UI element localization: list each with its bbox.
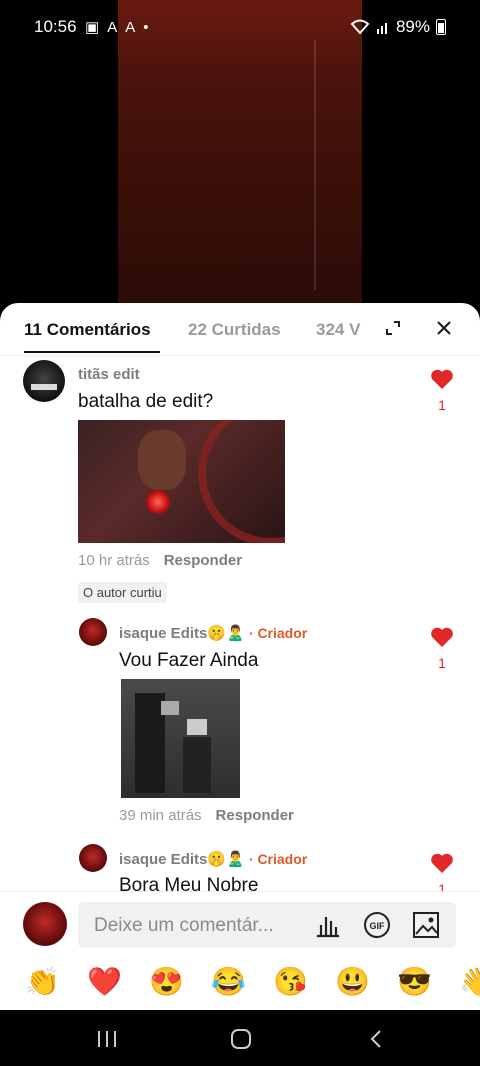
- reply-button[interactable]: Responder: [164, 552, 242, 569]
- reply-author[interactable]: isaque Edits🤫🙎‍♂️ · Criador: [119, 624, 307, 642]
- comment-meta: 10 hr atrás Responder: [78, 552, 242, 569]
- status-bar: 10:56 ▣ A A • 89%: [0, 0, 480, 54]
- emoji-wave[interactable]: 👋: [459, 966, 480, 998]
- avatar-logo: [31, 384, 57, 390]
- image-icon[interactable]: [412, 911, 440, 939]
- gallery-icon: ▣: [85, 19, 100, 36]
- image-figure-2: [183, 737, 211, 793]
- emoji-laugh[interactable]: 😂: [211, 966, 246, 998]
- like-count: 1: [438, 655, 446, 671]
- image-core: [146, 490, 170, 514]
- app-a-icon-2: A: [125, 18, 136, 36]
- avatar[interactable]: [79, 844, 107, 872]
- emoji-heart-eyes[interactable]: 😍: [149, 966, 184, 998]
- comment-time: 10 hr atrás: [78, 552, 150, 569]
- like-count: 1: [438, 397, 446, 413]
- tab-indicator: [24, 351, 160, 353]
- battery-percent: 89%: [395, 17, 430, 36]
- like-button[interactable]: 1: [430, 852, 454, 891]
- tab-views[interactable]: 324 V: [316, 320, 364, 340]
- image-ring: [198, 420, 285, 543]
- expand-icon[interactable]: [386, 321, 400, 335]
- emoji-clap[interactable]: 👏: [25, 966, 60, 998]
- reply-button[interactable]: Responder: [216, 807, 294, 824]
- svg-text:GIF: GIF: [370, 921, 386, 931]
- home-icon[interactable]: [230, 1028, 252, 1050]
- notification-icons: ▣ A A •: [85, 18, 149, 37]
- author-name: isaque Edits🤫🙎‍♂️: [119, 851, 245, 868]
- heart-icon: [431, 627, 453, 647]
- comment-input[interactable]: [92, 902, 306, 950]
- reply-meta: 39 min atrás Responder: [119, 807, 294, 824]
- comments-sheet: 11 Comentários 22 Curtidas 324 V titãs e…: [0, 303, 480, 1010]
- author-liked-badge: O autor curtiu: [78, 582, 167, 603]
- comment-list: titãs edit batalha de edit? 10 hr atrás R…: [0, 356, 480, 891]
- chart-icon[interactable]: [314, 911, 342, 939]
- comment-field[interactable]: GIF: [78, 902, 456, 950]
- user-avatar: [23, 902, 67, 946]
- like-button[interactable]: 1: [430, 368, 454, 413]
- battery-icon: [436, 19, 446, 35]
- avatar[interactable]: [79, 618, 107, 646]
- emoji-cool[interactable]: 😎: [397, 966, 432, 998]
- creator-badge: · Criador: [248, 625, 308, 641]
- heart-icon: [431, 369, 453, 389]
- reply-text: Bora Meu Nobre: [119, 875, 259, 891]
- emoji-bar: 👏 ❤️ 😍 😂 😘 😃 😎 👋: [0, 956, 480, 1010]
- avatar[interactable]: [23, 360, 65, 402]
- navigation-bar: [0, 1010, 480, 1066]
- comment-author[interactable]: titãs edit: [78, 366, 140, 383]
- emoji-smile[interactable]: 😃: [335, 966, 370, 998]
- tab-comments[interactable]: 11 Comentários: [24, 320, 151, 340]
- back-icon[interactable]: [368, 1029, 384, 1049]
- reply-text: Vou Fazer Ainda: [119, 650, 259, 671]
- tab-likes[interactable]: 22 Curtidas: [188, 320, 281, 340]
- emoji-heart[interactable]: ❤️: [87, 966, 122, 998]
- tab-bar: 11 Comentários 22 Curtidas 324 V: [0, 303, 480, 355]
- app-a-icon: A: [107, 18, 118, 36]
- author-name: isaque Edits🤫🙎‍♂️: [119, 625, 245, 642]
- wifi-icon: [350, 19, 370, 35]
- close-icon[interactable]: [435, 319, 453, 337]
- heart-icon: [431, 853, 453, 873]
- emoji-kiss[interactable]: 😘: [273, 966, 308, 998]
- dot-icon: •: [143, 18, 149, 36]
- status-right: 89%: [350, 17, 446, 37]
- gif-icon[interactable]: GIF: [363, 911, 391, 939]
- status-time: 10:56: [34, 17, 77, 36]
- image-camera-head: [161, 701, 179, 715]
- recent-apps-icon[interactable]: [96, 1030, 118, 1048]
- comment-input-bar: GIF: [0, 891, 480, 954]
- reply-author[interactable]: isaque Edits🤫🙎‍♂️ · Criador: [119, 850, 307, 868]
- reply-time: 39 min atrás: [119, 807, 202, 824]
- reply-image[interactable]: [121, 679, 240, 798]
- like-count: 1: [438, 881, 446, 891]
- like-button[interactable]: 1: [430, 626, 454, 671]
- image-camera-head-2: [187, 719, 207, 735]
- comment-text: batalha de edit?: [78, 391, 214, 412]
- image-figure: [138, 430, 186, 490]
- creator-badge: · Criador: [248, 851, 308, 867]
- signal-icon: [376, 23, 387, 34]
- comment-image[interactable]: [78, 420, 285, 543]
